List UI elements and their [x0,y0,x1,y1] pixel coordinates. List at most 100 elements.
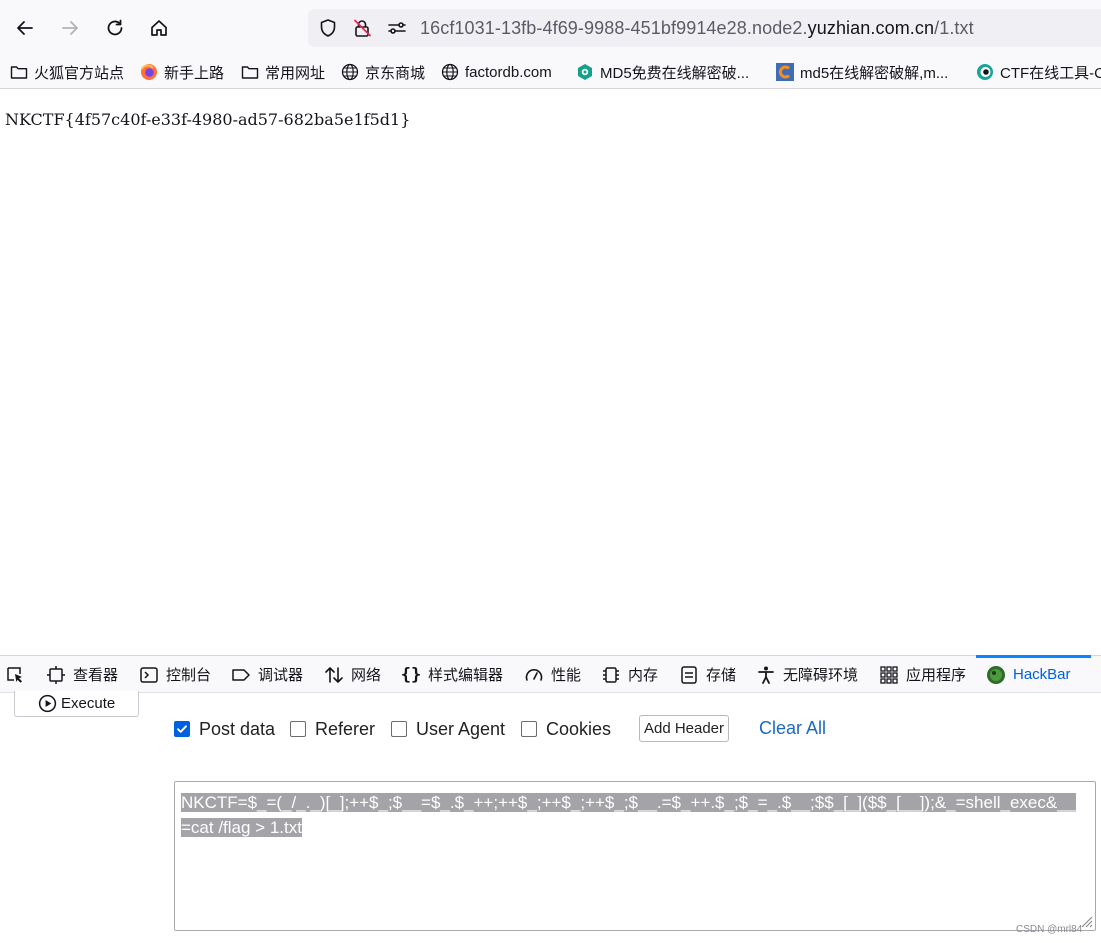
referer-checkbox[interactable] [290,721,306,737]
execute-label: Execute [61,695,116,712]
tab-hackbar[interactable]: HackBar [976,655,1090,693]
bookmark-label: 常用网址 [265,64,326,82]
insecure-lock-icon [354,19,371,37]
bookmark-item[interactable]: 常用网址 [241,61,325,83]
bookmark-label: factordb.com [465,63,552,81]
permissions-icon [388,22,406,34]
bookmark-item[interactable]: MD5免费在线解密破... [576,61,749,83]
tracking-protection-button[interactable] [318,18,338,38]
url-bar[interactable]: 16cf1031-13fb-4f69-9988-451bf9914e28.nod… [308,9,1101,47]
bookmarks-toolbar: 火狐官方站点 新手上路 常用网址 京东商城 factordb.com MD5免费… [0,56,1101,89]
url-domain: yuzhian.com.cn [807,18,935,38]
play-icon [38,694,57,713]
referer-label: Referer [315,718,376,739]
style-editor-icon: {} [400,664,422,685]
reload-button[interactable] [99,12,131,44]
folder-icon [10,63,28,81]
user-agent-checkbox[interactable] [391,721,407,737]
flag-text: NKCTF{4f57c40f-e33f-4980-ad57-682ba5e1f5… [5,110,411,129]
tab-performance[interactable]: 性能 [524,656,581,693]
post-data-label: Post data [199,718,276,739]
back-button[interactable] [9,12,41,44]
tab-inspector[interactable]: 查看器 [46,656,118,693]
tab-console[interactable]: 控制台 [139,656,211,693]
cookies-option[interactable]: Cookies [521,718,611,740]
tab-accessibility[interactable]: 无障碍环境 [756,656,858,693]
application-icon [879,665,899,685]
home-icon [151,20,167,36]
devtools-tab-bar: 查看器 控制台 调试器 网络 {} 样式编辑器 性能 内存 存储 无障碍环境 应… [0,655,1101,693]
cookies-label: Cookies [546,718,612,739]
post-data-text: NKCTF=$_=(_/_._)[_];++$_;$__=$_.$_++;++$… [181,790,1086,840]
user-agent-option[interactable]: User Agent [391,718,505,740]
tab-debugger[interactable]: 调试器 [231,656,303,693]
tab-label: 网络 [351,667,382,684]
tab-style-editor[interactable]: {} 样式编辑器 [401,656,503,693]
csdn-watermark: CSDN @mrl84 [1016,924,1083,935]
home-button[interactable] [143,12,175,44]
forward-arrow-icon [62,21,78,35]
hackbar-panel: Execute Post data Referer User Agent Coo… [0,691,1101,943]
bookmark-label: 新手上路 [164,64,225,82]
bookmark-item[interactable]: 京东商城 [341,61,425,83]
tab-network[interactable]: 网络 [324,656,381,693]
bookmark-item[interactable]: md5在线解密破解,m... [776,61,948,83]
bookmark-label: MD5免费在线解密破... [600,64,750,82]
tab-memory[interactable]: 内存 [601,656,658,693]
url-path: /1.txt [934,18,974,38]
reload-icon [107,19,123,36]
cookies-checkbox[interactable] [521,721,537,737]
clear-all-link[interactable]: Clear All [759,718,826,739]
post-data-option[interactable]: Post data [174,718,275,740]
hackbar-icon [986,665,1006,685]
tab-storage[interactable]: 存储 [679,656,736,693]
tab-application[interactable]: 应用程序 [879,656,966,693]
globe-icon [441,63,459,81]
tab-label: 调试器 [258,667,304,684]
tab-label: 内存 [628,667,659,684]
user-agent-label: User Agent [416,718,506,739]
tab-label: 查看器 [73,667,119,684]
bookmark-label: 火狐官方站点 [34,64,125,82]
element-picker-icon [5,665,25,685]
globe-icon [341,63,359,81]
bookmark-item[interactable]: CTF在线工具-C [976,61,1101,83]
accessibility-icon [756,665,776,685]
shield-icon [320,19,336,37]
memory-icon [601,665,621,685]
tab-label: 控制台 [166,667,212,684]
performance-icon [524,665,544,685]
tab-label: 应用程序 [906,667,967,684]
tab-label: 样式编辑器 [428,667,504,684]
post-data-textarea[interactable]: NKCTF=$_=(_/_._)[_];++$_;$__=$_.$_++;++$… [174,781,1096,931]
console-icon [139,665,159,685]
bookmark-label: md5在线解密破解,m... [800,64,949,82]
debugger-icon [231,665,251,685]
execute-button[interactable]: Execute [14,691,139,717]
site-security-button[interactable] [352,18,372,38]
tab-label: 性能 [551,667,582,684]
add-header-button[interactable]: Add Header [639,715,729,742]
navigation-toolbar: 16cf1031-13fb-4f69-9988-451bf9914e28.nod… [0,0,1101,56]
network-icon [324,665,344,685]
ctf-tools-icon [976,63,994,81]
forward-button[interactable] [54,12,86,44]
url-text[interactable]: 16cf1031-13fb-4f69-9988-451bf9914e28.nod… [420,18,974,39]
tab-label: HackBar [1013,666,1071,683]
url-host-prefix: 16cf1031-13fb-4f69-9988-451bf9914e28.nod… [420,18,808,38]
storage-icon [679,665,699,685]
bookmark-item[interactable]: 新手上路 [140,61,224,83]
bookmark-label: CTF在线工具-C [1000,64,1101,82]
post-data-checkbox[interactable] [174,721,190,737]
md5-site-icon [776,63,794,81]
inspector-icon [46,665,66,685]
bookmark-item[interactable]: factordb.com [441,61,552,83]
firefox-icon [140,63,158,81]
referer-option[interactable]: Referer [290,718,375,740]
element-picker-button[interactable] [5,656,32,693]
tab-label: 无障碍环境 [783,667,859,684]
bookmark-item[interactable]: 火狐官方站点 [10,61,124,83]
permissions-button[interactable] [387,18,407,38]
cmd5-icon [576,63,594,81]
folder-icon [241,63,259,81]
